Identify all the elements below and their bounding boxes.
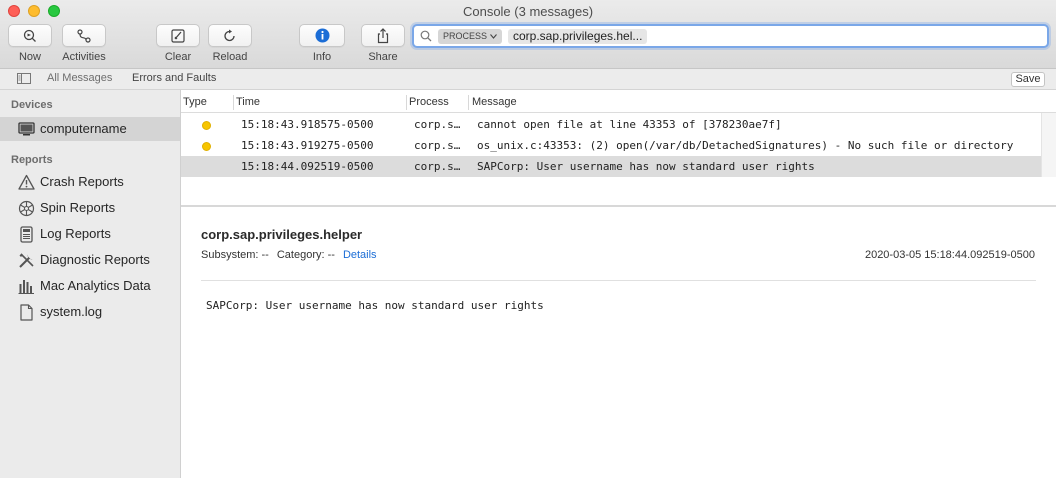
sidebar-item-diagnostic-reports[interactable]: Diagnostic Reports [0, 248, 180, 272]
now-icon [23, 29, 36, 42]
warning-dot-icon [202, 142, 211, 151]
search-token-label: PROCESS [443, 31, 488, 41]
detail-date: 2020-03-05 15:18:44.092519-0500 [864, 249, 1035, 261]
reload-button[interactable]: Reload [208, 24, 252, 63]
sidebar-item-label: Mac Analytics Data [40, 278, 151, 293]
detail-divider [201, 280, 1036, 281]
tools-icon [19, 253, 34, 268]
row-time: 15:18:43.918575-0500 [241, 118, 374, 131]
detail-message: SAPCorp: User username has now standard … [206, 299, 544, 312]
sidebar-item-label: Spin Reports [40, 200, 116, 215]
sidebar-device-label: computername [40, 121, 127, 136]
reload-button-box[interactable] [208, 24, 252, 47]
clear-button-box[interactable] [156, 24, 200, 47]
search-icon [420, 30, 432, 42]
info-button[interactable]: Info [299, 24, 345, 63]
row-time: 15:18:44.092519-0500 [241, 160, 374, 173]
reload-icon [224, 29, 235, 41]
filter-errors-faults[interactable]: Errors and Faults [132, 72, 216, 84]
table-row[interactable]: 15:18:43.919275-0500 corp.s… os_unix.c:4… [181, 135, 1041, 156]
clear-icon [171, 28, 185, 43]
info-label: Info [312, 51, 332, 63]
devices-header: Devices [11, 99, 53, 111]
share-icon [377, 27, 389, 43]
now-button[interactable]: Now [8, 24, 52, 63]
sidebar-item-computername[interactable]: computername [0, 117, 180, 141]
activities-label: Activities [62, 51, 106, 63]
window-title: Console (3 messages) [462, 4, 594, 19]
computer-icon [18, 122, 35, 136]
row-process: corp.s… [414, 160, 461, 173]
warning-dot-icon [202, 121, 211, 130]
filter-all-messages[interactable]: All Messages [47, 72, 112, 84]
column-divider[interactable] [468, 95, 469, 110]
now-button-box[interactable] [8, 24, 52, 47]
activities-button[interactable]: Activities [62, 24, 106, 63]
sidebar-item-label: Log Reports [40, 226, 111, 241]
row-time: 15:18:43.919275-0500 [241, 139, 374, 152]
reports-header: Reports [11, 154, 53, 166]
detail-process: corp.sap.privileges.helper [201, 227, 363, 242]
column-header-message[interactable]: Message [472, 96, 517, 108]
sidebar-toggle-icon[interactable] [17, 73, 31, 84]
column-header-process[interactable]: Process [409, 96, 449, 108]
search-field[interactable]: PROCESS corp.sap.privileges.hel... [412, 24, 1049, 48]
detail-subsystem: Subsystem: -- [201, 249, 269, 261]
column-divider[interactable] [233, 95, 234, 110]
share-button[interactable]: Share [361, 24, 405, 63]
sidebar-item-label: Crash Reports [40, 174, 124, 189]
toolbar: Console (3 messages) Now Activities Clea… [0, 0, 1056, 69]
sidebar-item-log-reports[interactable]: Log Reports [0, 222, 180, 246]
search-token-value[interactable]: corp.sap.privileges.hel... [508, 29, 648, 44]
info-button-box[interactable] [299, 24, 345, 47]
filter-bar: All Messages Errors and Faults Save [0, 69, 1056, 90]
log-document-icon [20, 226, 33, 243]
table-header: Type Time Process Message [181, 91, 1056, 113]
save-button[interactable]: Save [1011, 72, 1045, 87]
column-header-time[interactable]: Time [236, 96, 260, 108]
table-row-selected[interactable]: 15:18:44.092519-0500 corp.s… SAPCorp: Us… [181, 156, 1041, 177]
clear-button[interactable]: Clear [156, 24, 200, 63]
details-link[interactable]: Details [343, 249, 377, 261]
document-icon [20, 304, 33, 321]
chevron-down-icon [490, 34, 497, 39]
warning-triangle-icon [18, 174, 35, 190]
row-message: SAPCorp: User username has now standard … [477, 160, 815, 173]
row-message: os_unix.c:43353: (2) open(/var/db/Detach… [477, 139, 1014, 152]
reload-label: Reload [212, 51, 248, 63]
sidebar-item-crash-reports[interactable]: Crash Reports [0, 170, 180, 194]
sidebar-item-label: Diagnostic Reports [40, 252, 150, 267]
row-process: corp.s… [414, 118, 461, 131]
now-label: Now [18, 51, 41, 63]
bar-graph-icon [18, 280, 34, 294]
detail-meta: Subsystem: -- Category: -- Details [201, 249, 377, 261]
column-divider[interactable] [406, 95, 407, 110]
table-row[interactable]: 15:18:43.918575-0500 corp.s… cannot open… [181, 114, 1041, 135]
spinner-wheel-icon [18, 200, 35, 217]
activities-icon [77, 28, 91, 43]
search-filter-token[interactable]: PROCESS [438, 29, 503, 44]
table-scrollbar[interactable] [1041, 113, 1056, 177]
sidebar-item-system-log[interactable]: system.log [0, 300, 180, 324]
clear-label: Clear [164, 51, 192, 63]
row-message: cannot open file at line 43353 of [37823… [477, 118, 782, 131]
column-header-type[interactable]: Type [183, 96, 207, 108]
split-divider[interactable] [181, 205, 1056, 207]
detail-category: Category: -- [276, 249, 335, 261]
sidebar-item-spin-reports[interactable]: Spin Reports [0, 196, 180, 220]
info-icon [315, 28, 329, 43]
sidebar-item-label: system.log [40, 304, 103, 319]
share-label: Share [368, 51, 398, 63]
sidebar-item-mac-analytics[interactable]: Mac Analytics Data [0, 274, 180, 298]
sidebar: Devices computername Reports Crash Repor… [0, 90, 181, 478]
share-button-box[interactable] [361, 24, 405, 47]
row-process: corp.s… [414, 139, 461, 152]
activities-button-box[interactable] [62, 24, 106, 47]
